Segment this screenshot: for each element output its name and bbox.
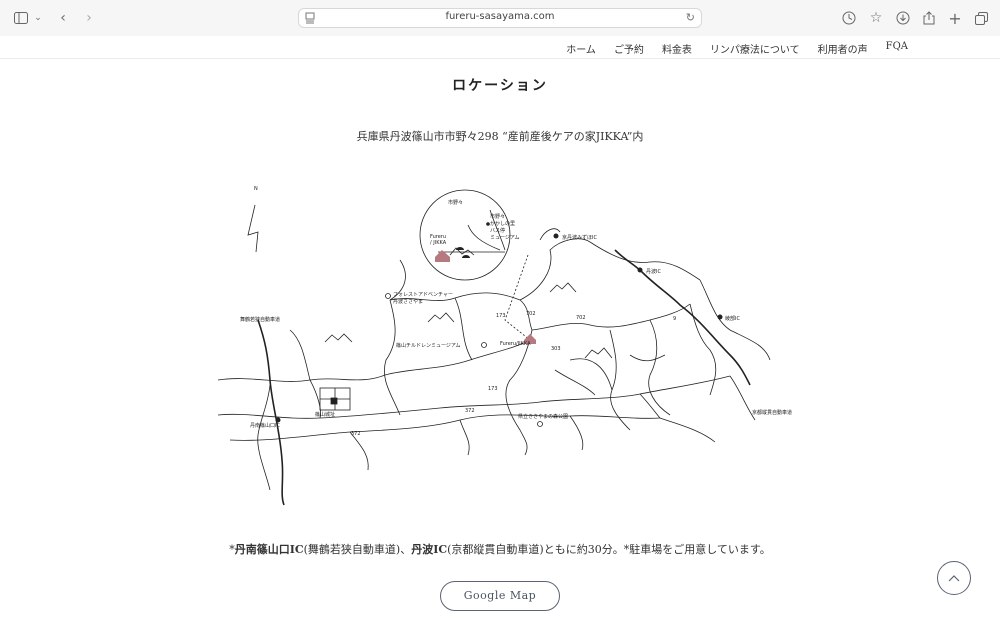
map-label: 702 (576, 315, 586, 321)
back-to-top-button[interactable] (937, 561, 971, 595)
map-label: 舞鶴若狭自動車道 (240, 316, 280, 323)
map-label: 9 (673, 316, 676, 322)
history-icon[interactable] (840, 9, 858, 27)
compass-arrow (247, 204, 259, 253)
map-label: 市野々 (448, 199, 463, 206)
map-label: 丹南篠山口IC (250, 422, 280, 429)
map-label: 173 (488, 386, 498, 392)
map-label: 県立ささやまの森公園 (518, 413, 568, 420)
access-expressway-1: (舞鶴若狭自動車道)、 (303, 543, 412, 556)
bookmark-star-icon[interactable]: ☆ (867, 9, 885, 27)
access-ic-tamba: 丹波IC (411, 543, 448, 556)
map-label: Fureru/JIKKA (500, 341, 531, 347)
url-text: fureru-sasayama.com (445, 11, 555, 22)
site-navigation: ホーム ご予約 料金表 リンパ療法について 利用者の声 FQA (0, 36, 1000, 59)
nav-faq[interactable]: FQA (886, 41, 908, 56)
map-label: 303 (551, 346, 561, 352)
browser-toolbar: ⌄ ‹ › fureru-sasayama.com ↻ ☆ + (0, 0, 1000, 37)
chevron-up-icon (948, 575, 960, 582)
tab-overview-icon[interactable] (972, 9, 990, 27)
map-label: かかしの里 (490, 220, 515, 227)
map-label: 京丹波みずほIC (562, 234, 597, 241)
map-label: 篠山チルドレンミュージアム (396, 342, 461, 349)
nav-home[interactable]: ホーム (566, 41, 596, 56)
nav-price-list[interactable]: 料金表 (662, 41, 692, 56)
map-label: 市野々 (490, 213, 505, 220)
map-label: バス停 (490, 227, 505, 234)
new-tab-icon[interactable]: + (946, 9, 964, 28)
map-label: 丹波IC (646, 268, 661, 275)
access-expressway-2: (京都縦貫自動車道)ともに約30分。*駐車場をご用意しています。 (447, 543, 771, 556)
nav-reservation[interactable]: ご予約 (614, 41, 644, 56)
map-label: 京都縦貫自動車道 (752, 409, 792, 416)
reload-icon[interactable]: ↻ (686, 11, 695, 24)
map-label: / JIKKA (430, 240, 447, 246)
map-label: 173 (496, 313, 506, 319)
map-label: 篠山城址 (315, 411, 335, 418)
map-label: フォレストアドベンチャー (393, 292, 453, 298)
map-label: 丹波ささやま (393, 298, 423, 305)
back-icon[interactable]: ‹ (54, 9, 72, 27)
access-ic-sasayama: 丹南篠山口IC (234, 543, 304, 556)
map-label: 綾部IC (725, 315, 740, 322)
map-label: ミュージアム (490, 235, 520, 241)
section-title: ロケーション (452, 78, 548, 94)
access-info: *丹南篠山口IC(舞鶴若狭自動車道)、丹波IC(京都縦貫自動車道)ともに約30分… (0, 541, 1000, 557)
chevron-down-icon[interactable]: ⌄ (32, 9, 44, 27)
map-label: 702 (526, 311, 536, 317)
forward-icon[interactable]: › (80, 9, 98, 27)
address-text: 兵庫県丹波篠山市市野々298 “産前産後ケアの家JIKKA”内 (356, 130, 644, 143)
map-label: 372 (465, 408, 475, 414)
sidebar-toggle-icon[interactable] (12, 9, 30, 27)
compass-label: N (254, 186, 258, 192)
nav-testimonials[interactable]: 利用者の声 (818, 41, 868, 56)
location-map: N 市野々 市野々 かかしの里 バス停 ミュージアム Fureru / JIKK… (217, 186, 792, 506)
section-header: ロケーション (0, 75, 1000, 95)
download-icon[interactable] (894, 9, 912, 27)
google-map-button[interactable]: Google Map (440, 581, 560, 611)
nav-lymph-therapy[interactable]: リンパ療法について (710, 41, 800, 56)
map-label: 372 (351, 431, 361, 437)
address-bar[interactable]: fureru-sasayama.com ↻ (298, 8, 702, 28)
share-icon[interactable] (920, 9, 938, 27)
